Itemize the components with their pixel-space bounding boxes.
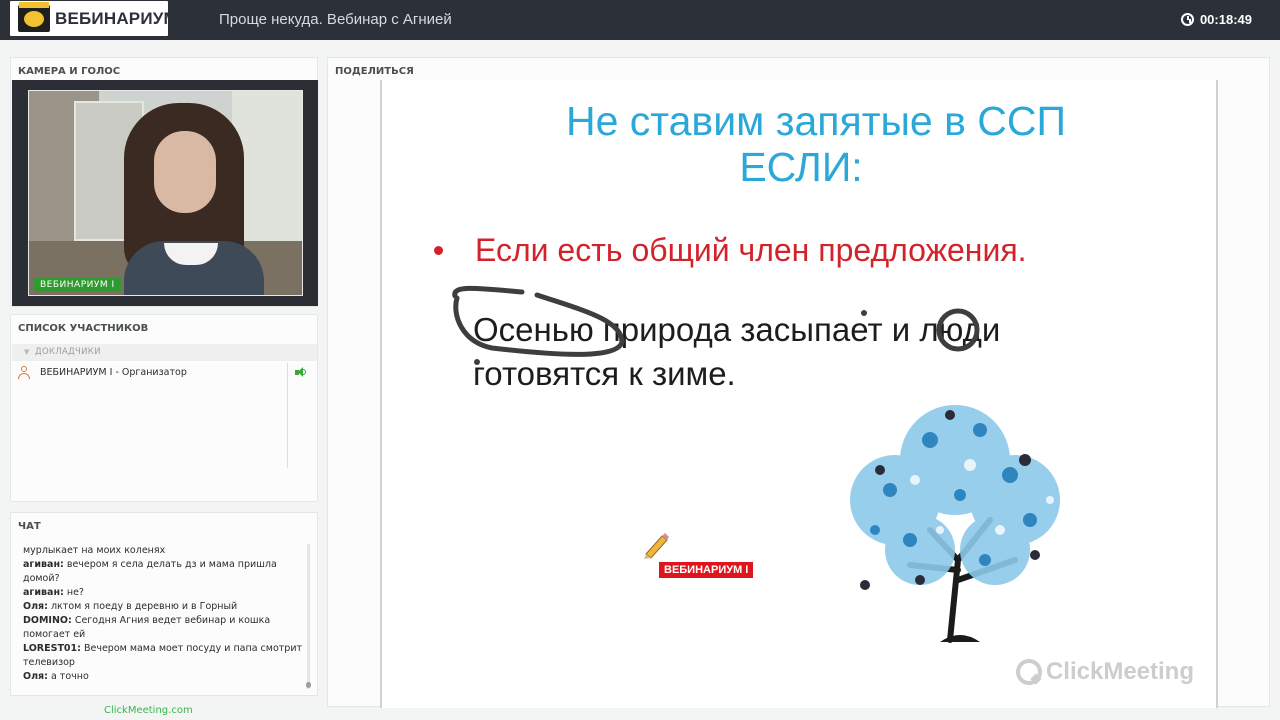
presenter-cursor-label: ВЕБИНАРИУМ I bbox=[659, 562, 754, 578]
chat-message: Оля: а точно bbox=[23, 671, 89, 682]
speaker-icon[interactable] bbox=[295, 367, 306, 377]
chevron-down-icon: ▼ bbox=[24, 348, 30, 356]
chat-message: Оля: лктом я поеду в деревню и в Горный bbox=[23, 601, 238, 612]
presenter-video[interactable]: ВЕБИНАРИУМ I bbox=[28, 90, 303, 296]
group-speakers[interactable]: ▼ ДОКЛАДЧИКИ bbox=[12, 344, 317, 361]
group-label: ДОКЛАДЧИКИ bbox=[35, 347, 101, 357]
clickmeeting-watermark: ClickMeeting bbox=[1015, 658, 1194, 686]
chat-heading: ЧАТ bbox=[18, 521, 41, 532]
participants-panel: СПИСОК УЧАСТНИКОВ ▼ ДОКЛАДЧИКИ ВЕБИНАРИУ… bbox=[10, 314, 318, 502]
video-frame: ВЕБИНАРИУМ I bbox=[12, 80, 318, 306]
chat-message: LOREST01: Вечером мама моет посуду и пап… bbox=[23, 643, 303, 668]
clickmeeting-logo-icon bbox=[1015, 659, 1042, 685]
column-divider bbox=[287, 363, 288, 468]
webinar-title: Проще некуда. Вебинар с Агнией bbox=[219, 11, 452, 28]
slide-title-line1: Не ставим запятые в ССП bbox=[566, 98, 1066, 144]
video-name-label: ВЕБИНАРИУМ I bbox=[34, 278, 121, 292]
chat-scrollbar[interactable] bbox=[306, 544, 311, 689]
share-heading: ПОДЕЛИТЬСЯ bbox=[335, 66, 414, 77]
chat-message: мурлыкает на моих коленях bbox=[23, 545, 166, 556]
chat-panel: ЧАТ мурлыкает на моих коленях агиван: ве… bbox=[10, 512, 318, 696]
slide-bullet: Если есть общий член предложения. bbox=[475, 232, 1027, 268]
chat-log[interactable]: мурлыкает на моих коленях агиван: вечеро… bbox=[23, 544, 303, 689]
share-panel: ПОДЕЛИТЬСЯ Не ставим запятые в ССП ЕСЛИ:… bbox=[327, 57, 1270, 708]
presentation-slide[interactable]: Не ставим запятые в ССП ЕСЛИ: Если есть … bbox=[380, 80, 1218, 708]
participant-name: ВЕБИНАРИУМ I - Организатор bbox=[40, 367, 187, 378]
pencil-icon bbox=[644, 533, 669, 559]
chat-message: агиван: вечером я села делать дз и мама … bbox=[23, 559, 277, 584]
top-bar: ВЕБИНАРИУМ Проще некуда. Вебинар с Агние… bbox=[0, 0, 1280, 40]
slide-title: Не ставим запятые в ССП ЕСЛИ: bbox=[382, 98, 1220, 190]
watermark-text: ClickMeeting bbox=[1045, 658, 1194, 685]
camera-panel: КАМЕРА И ГОЛОС ВЕБИНАРИУМ I bbox=[10, 57, 318, 307]
session-timer: 00:18:49 bbox=[1180, 12, 1252, 27]
bullet-icon bbox=[434, 246, 443, 255]
timer-value: 00:18:49 bbox=[1199, 12, 1252, 27]
camera-heading: КАМЕРА И ГОЛОС bbox=[18, 66, 121, 77]
app-logo[interactable]: ВЕБИНАРИУМ bbox=[10, 1, 178, 36]
slide-title-line2: ЕСЛИ: bbox=[739, 144, 863, 190]
snow-tree-image bbox=[850, 405, 1060, 643]
participants-heading: СПИСОК УЧАСТНИКОВ bbox=[18, 323, 149, 334]
example-line1: Осенью природа засыпает и люди bbox=[473, 311, 1001, 348]
logo-text: ВЕБИНАРИУМ bbox=[55, 9, 178, 28]
clock-icon bbox=[1180, 13, 1194, 26]
participant-row[interactable]: ВЕБИНАРИУМ I - Организатор bbox=[12, 364, 288, 382]
user-icon bbox=[18, 366, 30, 379]
scrollbar-thumb[interactable] bbox=[306, 682, 311, 688]
clickmeeting-link[interactable]: ClickMeeting.com bbox=[104, 705, 193, 716]
chat-message: агиван: не? bbox=[23, 587, 84, 598]
webinarium-logo-icon bbox=[18, 2, 50, 32]
chat-message: DOMINO: Сегодня Агния ведет вебинар и ко… bbox=[23, 615, 271, 640]
